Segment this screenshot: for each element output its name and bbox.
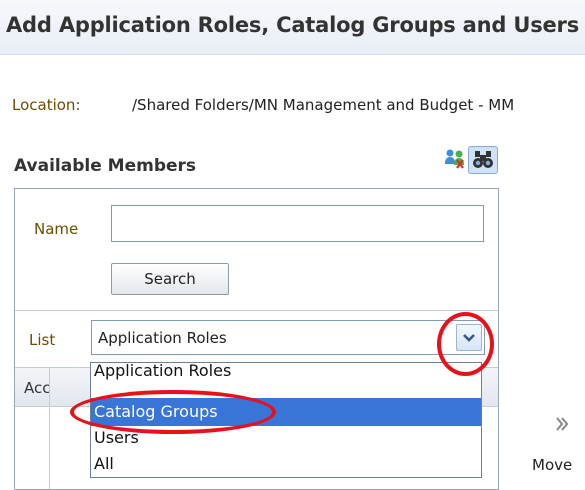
name-label: Name: [34, 220, 79, 238]
roles-users-icon[interactable]: [444, 147, 466, 169]
option-application-roles[interactable]: Application Roles: [91, 363, 481, 386]
column-header[interactable]: Acc: [24, 379, 51, 397]
dialog-title-bar: Add Application Roles, Catalog Groups an…: [0, 0, 585, 55]
binoculars-search-icon[interactable]: [468, 146, 498, 174]
panel-divider: [15, 310, 498, 311]
location-path: /Shared Folders/MN Management and Budget…: [132, 96, 515, 114]
available-members-title: Available Members: [14, 156, 197, 176]
highlight-circle-catalog-groups: [70, 390, 276, 434]
double-chevron-right-icon[interactable]: [554, 414, 570, 434]
name-input[interactable]: [111, 205, 484, 242]
list-select-value: Application Roles: [98, 329, 227, 347]
location-label: Location:: [12, 96, 81, 114]
list-select[interactable]: Application Roles: [91, 320, 485, 355]
option-all[interactable]: All: [91, 451, 481, 477]
move-button-label[interactable]: Move: [532, 456, 572, 474]
search-button[interactable]: Search: [111, 263, 229, 295]
highlight-circle-dropdown-arrow: [437, 312, 494, 376]
list-label: List: [29, 331, 56, 349]
dialog-title: Add Application Roles, Catalog Groups an…: [6, 13, 580, 37]
column-divider: [49, 367, 50, 489]
